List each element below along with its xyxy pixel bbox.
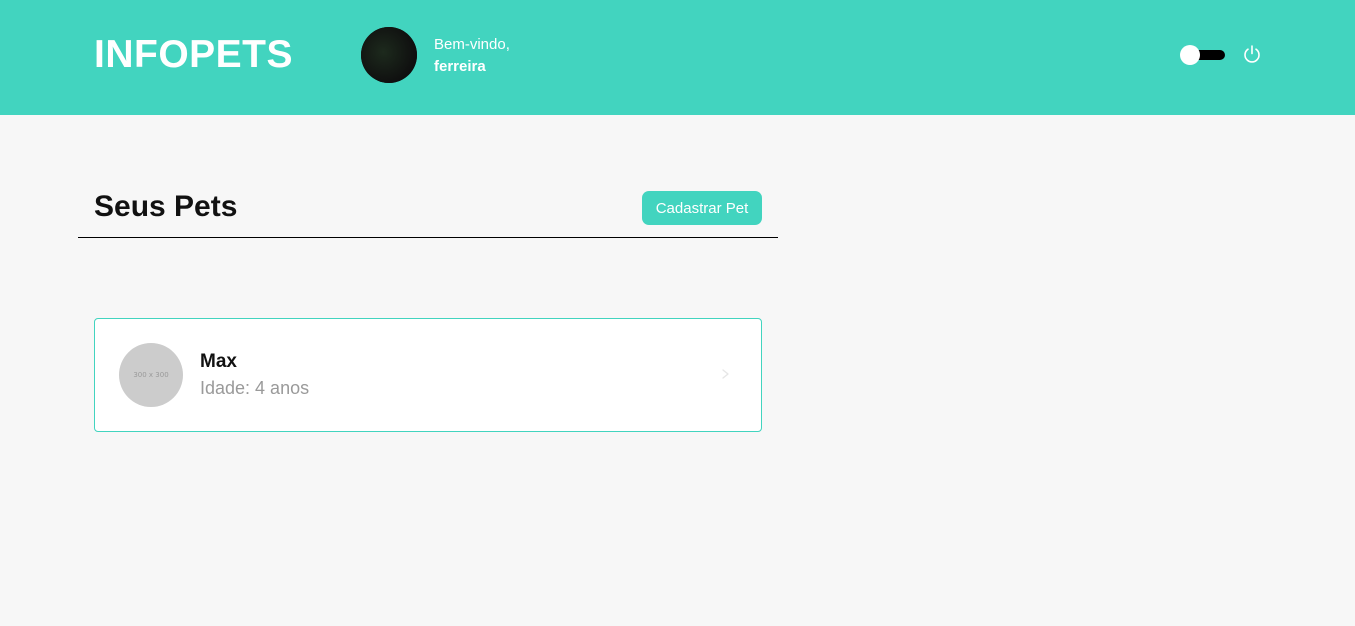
pet-photo-placeholder: 300 x 300: [133, 371, 169, 379]
power-icon-svg: [1244, 45, 1260, 63]
pet-name: Max: [200, 351, 237, 372]
add-pet-button[interactable]: Cadastrar Pet: [642, 191, 762, 225]
username: ferreira: [434, 58, 486, 75]
page-title: Seus Pets: [94, 190, 238, 223]
welcome-text: Bem-vindo,: [434, 36, 510, 53]
power-icon[interactable]: [1241, 43, 1263, 65]
title-divider: [78, 237, 778, 238]
pet-photo: 300 x 300: [119, 343, 183, 407]
avatar-image: [361, 27, 417, 83]
chevron-right-icon-svg: [722, 369, 729, 379]
pet-card[interactable]: 300 x 300 Max Idade: 4 anos: [94, 318, 762, 432]
toggle-knob: [1180, 45, 1200, 65]
theme-toggle[interactable]: [1180, 45, 1226, 65]
app-logo[interactable]: INFOPETS: [94, 33, 293, 77]
pet-age: Idade: 4 anos: [200, 378, 310, 398]
chevron-right-icon: [719, 363, 733, 385]
welcome-block: Bem-vindo, ferreira: [434, 34, 510, 78]
app-header: INFOPETS Bem-vindo, ferreira: [0, 0, 1355, 115]
user-avatar[interactable]: [361, 27, 417, 83]
